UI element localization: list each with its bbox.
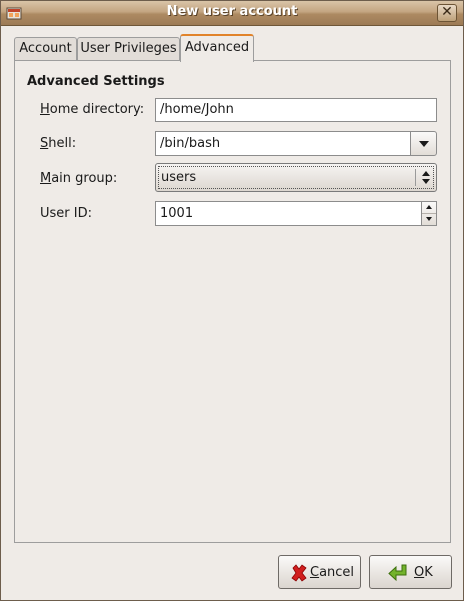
close-button[interactable]: ✕: [437, 4, 457, 22]
ok-label: OK: [414, 565, 433, 580]
cancel-label: Cancel: [310, 565, 355, 580]
arrow-up-icon: [426, 205, 432, 209]
home-directory-input[interactable]: /home/John: [155, 98, 437, 122]
cancel-icon: [289, 563, 309, 583]
chevron-down-icon: [419, 141, 429, 147]
main-group-select[interactable]: users: [155, 163, 437, 192]
tab-advanced-label: Advanced: [184, 40, 250, 55]
shell-label: Shell:: [40, 136, 77, 151]
titlebar[interactable]: New user account ✕: [1, 1, 463, 26]
user-id-label: User ID:: [40, 206, 92, 221]
shell-dropdown-button[interactable]: [410, 131, 437, 156]
main-group-label: Main group:: [40, 171, 118, 186]
tab-user-privileges[interactable]: User Privileges: [77, 37, 180, 60]
updown-arrows-icon: [422, 169, 430, 186]
tab-account[interactable]: Account: [14, 37, 77, 60]
tab-user-privileges-label: User Privileges: [80, 41, 177, 56]
ok-arrow-icon: [388, 563, 408, 583]
home-directory-label: Home directory:: [40, 102, 145, 117]
app-icon[interactable]: [6, 5, 22, 21]
focus-ring: [158, 166, 434, 189]
spin-up-button[interactable]: [422, 202, 436, 214]
tab-advanced[interactable]: Advanced: [180, 34, 254, 62]
combo-separator: [415, 169, 416, 186]
user-id-input[interactable]: 1001: [155, 201, 421, 226]
cancel-button[interactable]: Cancel: [278, 555, 361, 589]
window-title: New user account: [166, 4, 298, 19]
section-title: Advanced Settings: [27, 74, 165, 89]
user-id-spin-buttons: [421, 201, 437, 226]
user-id-spinbutton: 1001: [155, 201, 437, 226]
tab-account-label: Account: [19, 41, 72, 56]
arrow-down-icon: [426, 217, 432, 221]
ok-button[interactable]: OK: [369, 555, 452, 589]
main-group-value: users: [161, 170, 197, 185]
spin-down-button[interactable]: [422, 214, 436, 225]
close-icon: ✕: [441, 4, 453, 20]
shell-input[interactable]: /bin/bash: [155, 131, 411, 156]
shell-combo: /bin/bash: [155, 131, 437, 156]
dialog-window: New user account ✕ Account User Privileg…: [0, 0, 464, 601]
